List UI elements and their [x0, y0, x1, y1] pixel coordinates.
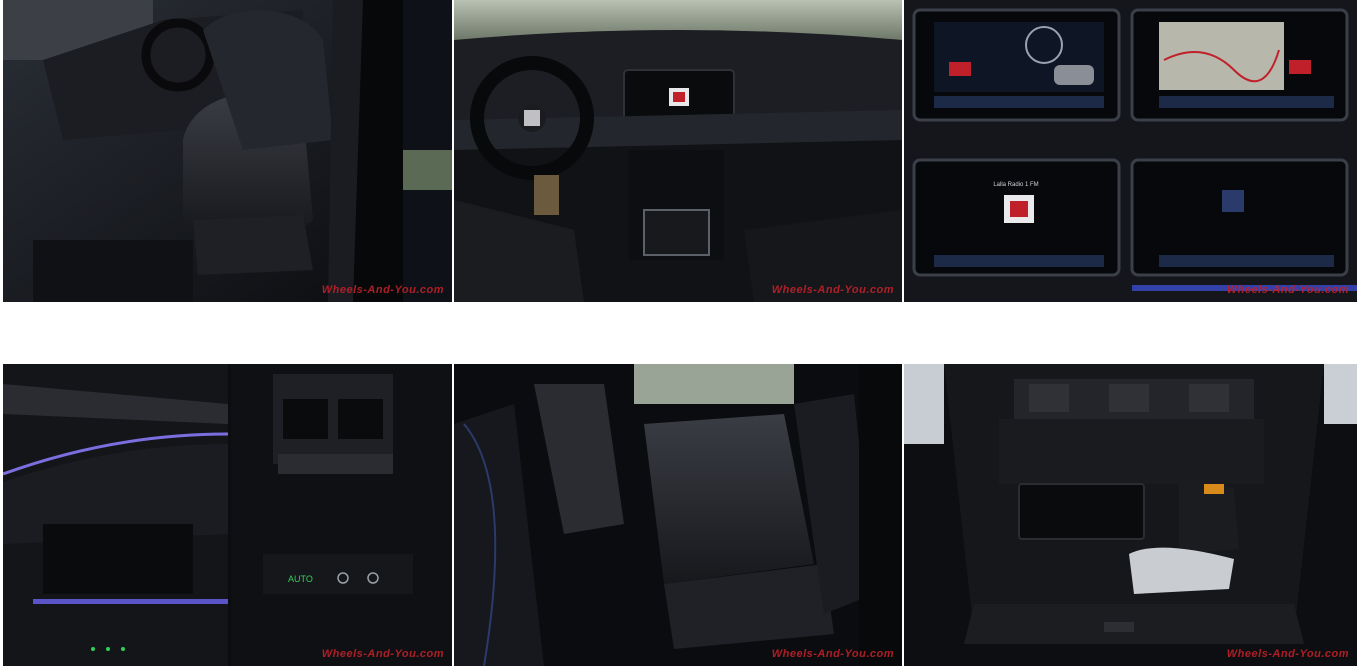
auto-label: AUTO	[288, 574, 313, 584]
watermark: Wheels-And-You.com	[321, 648, 444, 660]
trunk-image	[904, 364, 1357, 666]
infotainment-image: Lalla Radio 1 FM	[904, 0, 1357, 302]
dashboard-image	[454, 0, 902, 302]
watermark: Wheels-And-You.com	[1226, 284, 1349, 296]
photo-rear-seats[interactable]: Wheels-And-You.com	[454, 364, 902, 666]
radio-station-label: Lalla Radio 1 FM	[993, 182, 1038, 188]
watermark: Wheels-And-You.com	[321, 284, 444, 296]
photo-infotainment-screens[interactable]: Lalla Radio 1 FM Wheels-And-You.com	[904, 0, 1357, 302]
photo-front-seat[interactable]: Wheels-And-You.com	[3, 0, 452, 302]
photo-trunk[interactable]: Wheels-And-You.com	[904, 364, 1357, 666]
photo-dashboard[interactable]: Wheels-And-You.com	[454, 0, 902, 302]
front-seat-image	[3, 0, 452, 302]
watermark: Wheels-And-You.com	[1226, 648, 1349, 660]
watermark: Wheels-And-You.com	[771, 648, 894, 660]
watermark: Wheels-And-You.com	[771, 284, 894, 296]
ambient-vents-image: AUTO	[3, 364, 452, 666]
photo-ambient-and-rear-vents[interactable]: AUTO Wheels-And-You.com	[3, 364, 452, 666]
rear-seats-image	[454, 364, 902, 666]
